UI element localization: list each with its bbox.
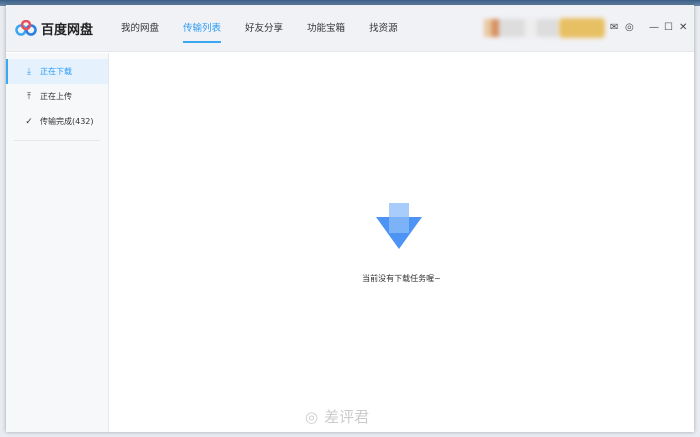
sidebar-item-uploading[interactable]: ⤒ 正在上传 xyxy=(6,84,108,109)
sidebar-item-completed[interactable]: ✓ 传输完成(432) xyxy=(6,109,108,134)
empty-message: 当前没有下载任务喔~ xyxy=(362,274,441,283)
watermark-text: 差评君 xyxy=(324,408,370,426)
user-avatar-blurred[interactable] xyxy=(484,19,559,37)
sidebar-item-downloading[interactable]: ⤓ 正在下载 xyxy=(6,59,108,84)
vip-badge-blurred[interactable] xyxy=(559,18,605,38)
sidebar-item-label: 正在上传 xyxy=(40,92,72,101)
sidebar: ⤓ 正在下载 ⤒ 正在上传 ✓ 传输完成(432) xyxy=(6,53,109,432)
tab-find-resources[interactable]: 找资源 xyxy=(369,5,398,52)
maximize-button[interactable]: ☐ xyxy=(664,22,673,33)
check-circle-icon: ✓ xyxy=(25,116,33,127)
watermark: ◎ 差评君 xyxy=(305,406,369,427)
tab-my-disk[interactable]: 我的网盘 xyxy=(121,5,159,52)
app-window: 百度网盘 我的网盘 传输列表 好友分享 功能宝箱 找资源 ✉ ◎ — ☐ ✕ ⤓… xyxy=(6,5,694,432)
mail-icon[interactable]: ✉ xyxy=(610,22,618,33)
empty-state: 当前没有下载任务喔~ xyxy=(109,53,694,432)
sidebar-item-label: 传输完成(432) xyxy=(40,117,94,126)
settings-icon[interactable]: ◎ xyxy=(625,22,634,33)
close-button[interactable]: ✕ xyxy=(679,22,687,33)
app-name: 百度网盘 xyxy=(41,22,94,38)
divider xyxy=(14,140,100,141)
tab-friend-share[interactable]: 好友分享 xyxy=(245,5,283,52)
tab-transfer-list[interactable]: 传输列表 xyxy=(183,5,222,52)
header: 百度网盘 我的网盘 传输列表 好友分享 功能宝箱 找资源 ✉ ◎ — ☐ ✕ xyxy=(6,5,694,52)
minimize-button[interactable]: — xyxy=(649,22,659,33)
cloud-logo-icon xyxy=(15,20,37,36)
sidebar-item-label: 正在下载 xyxy=(40,67,72,76)
tab-toolbox[interactable]: 功能宝箱 xyxy=(307,5,345,52)
download-icon: ⤓ xyxy=(27,66,31,77)
weibo-icon: ◎ xyxy=(305,407,319,426)
upload-icon: ⤒ xyxy=(27,91,31,102)
logo: 百度网盘 xyxy=(15,19,121,38)
download-arrow-icon xyxy=(376,203,422,249)
